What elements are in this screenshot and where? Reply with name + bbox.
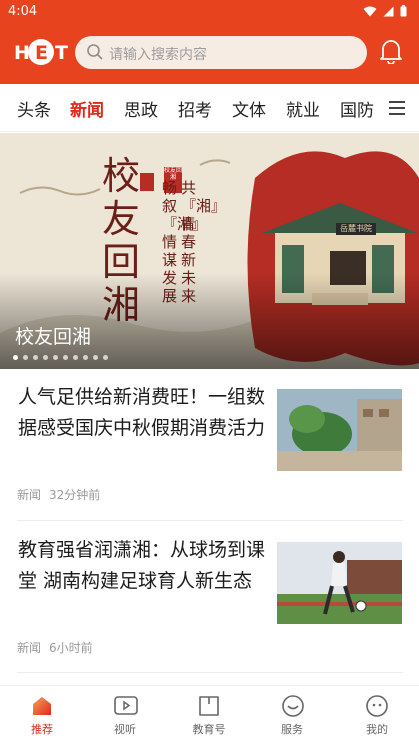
carousel-dot[interactable]: [43, 355, 48, 360]
news-title[interactable]: 教育强省润潇湘：从球场到课堂 湖南构建足球育人新生态: [18, 535, 268, 597]
carousel-dot[interactable]: [23, 355, 28, 360]
book-icon: [199, 696, 219, 716]
banner-carousel[interactable]: 校友回湘 校友回湘 共『湘』青春新未来 畅叙『湘』情谋发展 岳麓书院 校友回湘: [0, 133, 419, 369]
tab-toutiao[interactable]: 头条: [17, 96, 51, 121]
news-category: 新闻: [17, 641, 42, 655]
status-time: 4:04: [8, 4, 38, 19]
carousel-dot[interactable]: [83, 355, 88, 360]
tab-sizheng[interactable]: 思政: [124, 96, 158, 121]
het-logo[interactable]: H E T: [14, 35, 68, 69]
header: H E T 请输入搜索内容: [0, 28, 419, 80]
video-icon: [114, 696, 138, 715]
carousel-dot[interactable]: [13, 355, 18, 360]
search-icon: [87, 44, 103, 60]
building-sign: 岳麓书院: [336, 223, 376, 235]
news-meta: 新闻 6小时前: [17, 639, 93, 656]
nav-label: 推荐: [31, 723, 53, 736]
carousel-dot[interactable]: [103, 355, 108, 360]
notification-bell-icon[interactable]: [379, 38, 403, 68]
news-time: 6小时前: [49, 641, 93, 655]
nav-video[interactable]: 视听: [95, 686, 155, 746]
banner-caption: 校友回湘: [15, 326, 92, 348]
carousel-dot[interactable]: [53, 355, 58, 360]
news-thumbnail[interactable]: [277, 389, 402, 471]
tab-news[interactable]: 新闻: [70, 96, 104, 121]
carousel-dot[interactable]: [73, 355, 78, 360]
heart-icon: [282, 695, 304, 717]
news-thumbnail[interactable]: [277, 542, 402, 624]
nav-service[interactable]: 服务: [262, 686, 322, 746]
carousel-indicators: [13, 355, 108, 360]
search-placeholder: 请输入搜索内容: [109, 47, 207, 63]
app-header-bar: 4:04 H E T 请输入搜索内容: [0, 0, 419, 84]
news-time: 32分钟前: [49, 488, 101, 502]
nav-jiaoyuhao[interactable]: 教育号: [179, 686, 239, 746]
status-bar: 4:04: [0, 0, 419, 24]
tab-jiuye[interactable]: 就业: [286, 96, 320, 121]
nav-label: 我的: [366, 723, 388, 736]
carousel-dot[interactable]: [63, 355, 68, 360]
svg-text:E: E: [35, 42, 48, 64]
wifi-icon: [363, 6, 377, 16]
status-icons: [363, 5, 407, 17]
nav-label: 教育号: [192, 723, 226, 736]
news-category: 新闻: [17, 488, 42, 502]
bottom-navigation: 推荐 视听 教育号 服务 我的: [0, 685, 419, 745]
recommend-icon: [33, 697, 51, 715]
nav-label: 服务: [281, 723, 303, 736]
nav-recommend[interactable]: 推荐: [12, 686, 72, 746]
divider: [17, 672, 403, 673]
news-meta: 新闻 32分钟前: [17, 486, 100, 503]
tab-menu-icon[interactable]: [389, 101, 405, 119]
tab-wenti[interactable]: 文体: [232, 96, 266, 121]
carousel-dot[interactable]: [33, 355, 38, 360]
tab-guofang[interactable]: 国防: [340, 96, 374, 121]
svg-text:T: T: [55, 42, 68, 64]
search-input[interactable]: 请输入搜索内容: [75, 36, 367, 69]
category-tabs: 头条 新闻 思政 招考 文体 就业 国防: [0, 84, 419, 132]
nav-label: 视听: [114, 723, 136, 736]
svg-text:H: H: [14, 42, 30, 64]
signal-icon: [383, 6, 394, 16]
carousel-dot[interactable]: [93, 355, 98, 360]
profile-icon: [366, 695, 388, 717]
divider: [17, 520, 403, 521]
tab-zhaokao[interactable]: 招考: [178, 96, 212, 121]
battery-icon: [400, 5, 407, 17]
nav-mine[interactable]: 我的: [347, 686, 407, 746]
news-title[interactable]: 人气足供给新消费旺！一组数据感受国庆中秋假期消费活力: [18, 382, 268, 444]
